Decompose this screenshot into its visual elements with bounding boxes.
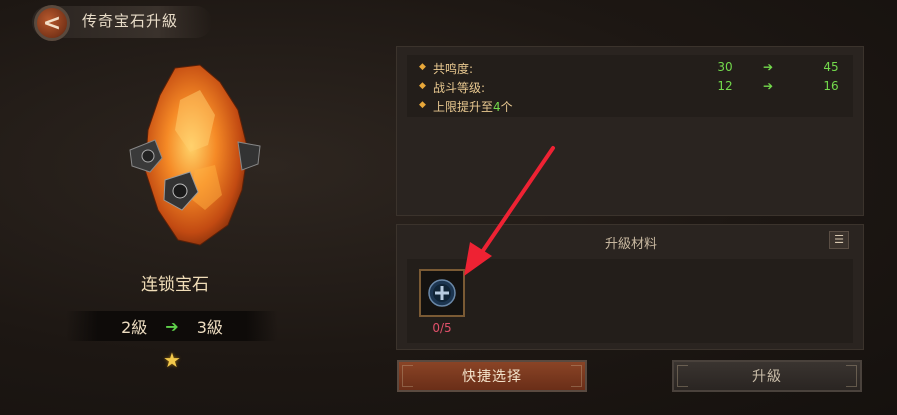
material-slot[interactable] [419, 269, 465, 317]
diamond-bullet-icon: ◆ [419, 62, 426, 72]
materials-list: 0/5 [407, 259, 853, 343]
level-arrow-icon: ➔ [165, 316, 179, 336]
page-title: 传奇宝石升級 [82, 12, 179, 30]
diamond-bullet-icon: ◆ [419, 100, 426, 110]
materials-title: 升級材料 [604, 237, 657, 252]
back-arrow-icon: < [42, 10, 62, 36]
material-count: 0/5 [432, 321, 452, 335]
stats-list: ◆ 共鸣度: 30 ➔ 45 ◆ 战斗等级: 12 ➔ 16 ◆ 上限提升至4个 [407, 55, 853, 117]
gem-image [120, 60, 270, 250]
back-button[interactable]: < [34, 5, 70, 41]
stat-arrow-icon: ➔ [763, 60, 774, 74]
stats-panel: ◆ 共鸣度: 30 ➔ 45 ◆ 战斗等级: 12 ➔ 16 ◆ 上限提升至4个 [396, 46, 864, 216]
gem-material-icon [428, 279, 456, 307]
metal-clasp-right-icon [237, 141, 261, 171]
stat-row-combat-level: ◆ 战斗等级: 12 ➔ 16 [419, 79, 839, 95]
list-info-icon[interactable]: ☰ [829, 231, 849, 249]
level-to: 3級 [196, 318, 223, 337]
star-icon: ★ [163, 348, 181, 372]
diamond-bullet-icon: ◆ [419, 81, 426, 91]
quick-select-button[interactable]: 快捷选择 [397, 360, 587, 392]
stat-row-limit: ◆ 上限提升至4个 [419, 100, 513, 114]
level-change: 2級 ➔ 3級 [66, 311, 278, 341]
upgrade-button[interactable]: 升級 [672, 360, 862, 392]
stat-arrow-icon: ➔ [763, 79, 774, 93]
gem-name: 连锁宝石 [141, 275, 209, 295]
stat-row-resonance: ◆ 共鸣度: 30 ➔ 45 [419, 60, 839, 76]
level-from: 2級 [121, 318, 148, 337]
materials-panel: 升級材料 ☰ 0/5 [396, 224, 864, 350]
